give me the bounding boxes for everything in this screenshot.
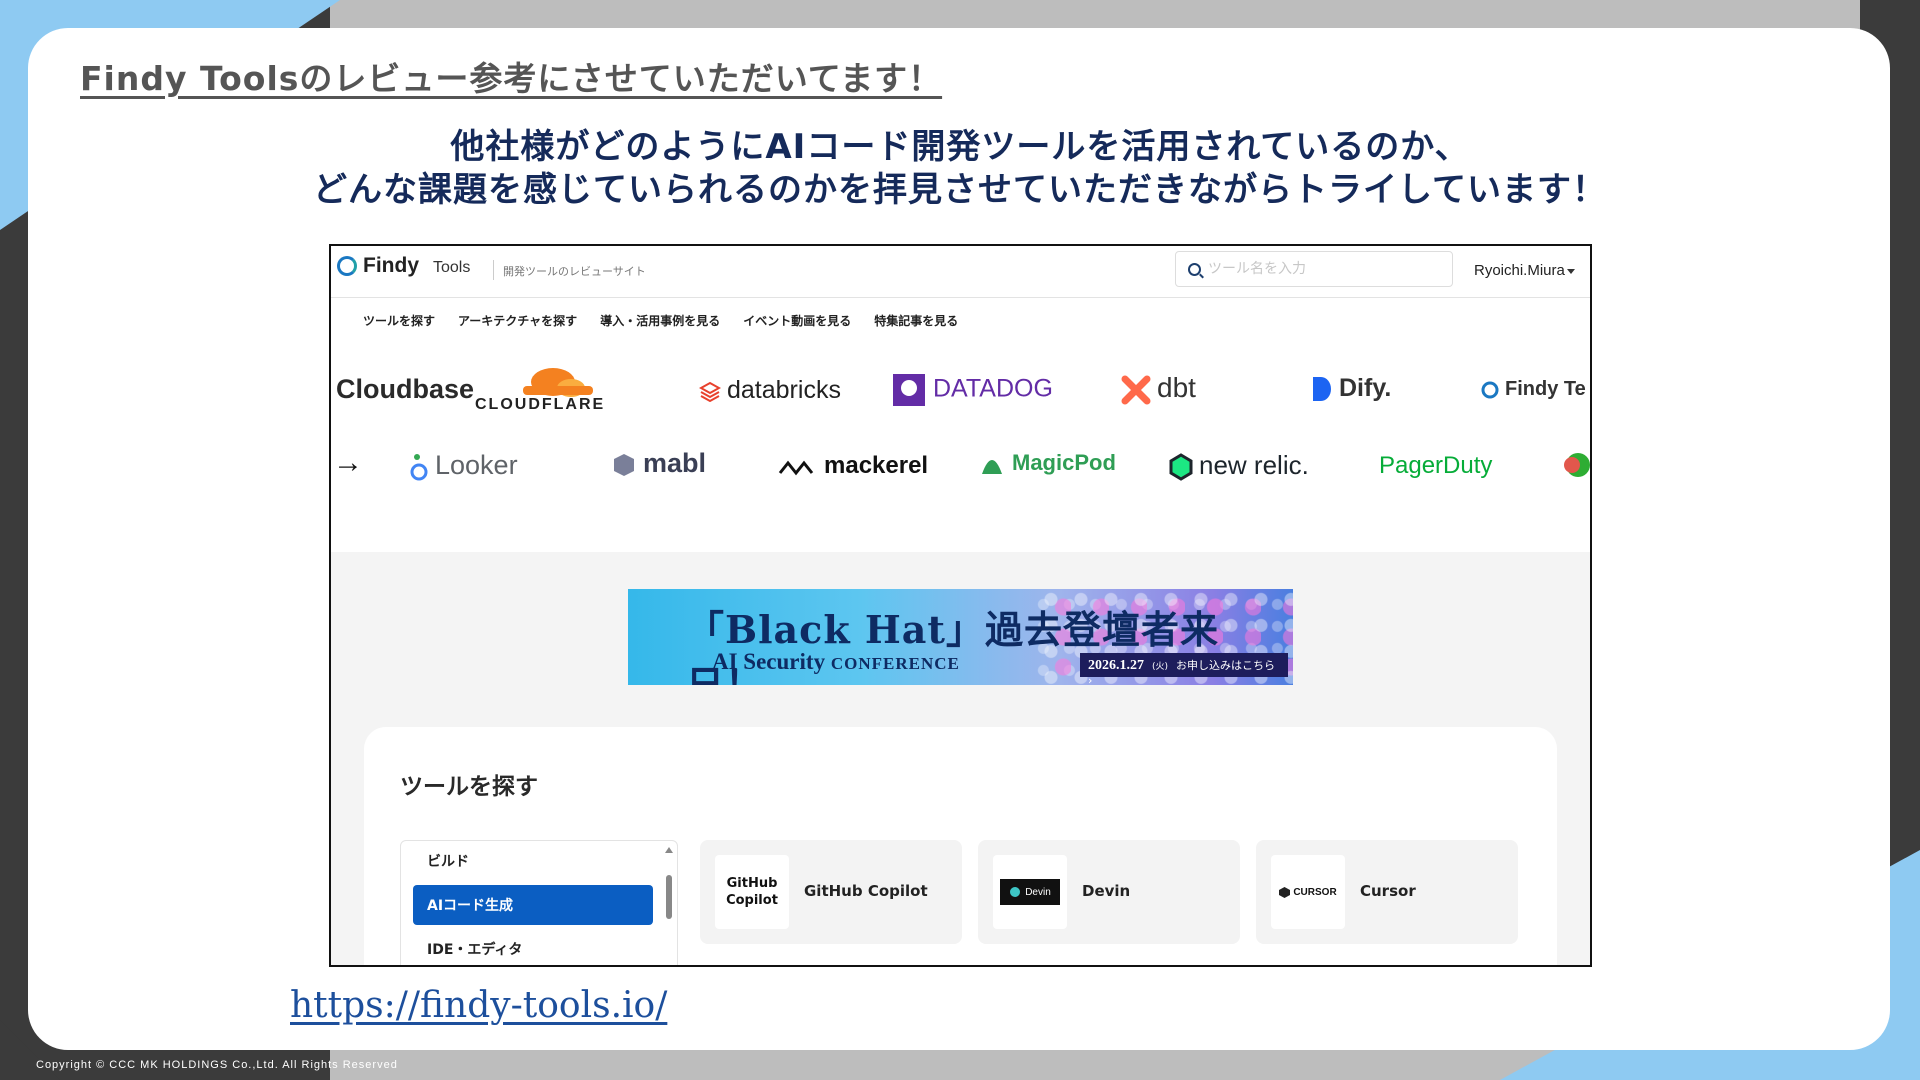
brand-mabl[interactable]: mabl	[611, 448, 706, 479]
category-scrollbar[interactable]	[665, 847, 673, 965]
cursor-logo: CURSOR	[1271, 855, 1345, 929]
cursor-icon	[1279, 886, 1291, 898]
brand-cloudbase[interactable]: Cloudbase	[336, 374, 474, 405]
brand-dify[interactable]: Dify.	[1311, 374, 1391, 403]
tool-card-devin[interactable]: Devin Devin	[978, 840, 1240, 944]
brand-new-relic[interactable]: new relic.	[1169, 450, 1309, 481]
nav-find-tools[interactable]: ツールを探す	[363, 312, 435, 329]
brand-magicpod-label: MagicPod	[1012, 450, 1116, 475]
brand-carousel-row-1: Cloudbase CLOUDFLARE databricks DATADOG …	[331, 364, 1590, 424]
nav-find-architecture[interactable]: アーキテクチャを探す	[458, 312, 577, 329]
brand-carousel-row-2: → Looker mabl mackerel MagicPod new reli…	[331, 440, 1590, 500]
brand-mackerel[interactable]: mackerel	[778, 452, 928, 480]
nav-event-videos[interactable]: イベント動画を見る	[743, 312, 851, 329]
brand-cloudflare[interactable]: CLOUDFLARE	[475, 364, 603, 414]
panel-title: ツールを探す	[400, 774, 538, 800]
site-logo[interactable]: Findy	[363, 254, 419, 278]
mabl-icon	[614, 453, 634, 476]
copilot-logo-line-2: Copilot	[726, 893, 778, 908]
banner-subtitle: AI Security CONFERENCE	[712, 649, 960, 675]
brand-dify-label: Dify.	[1339, 374, 1392, 402]
logo-divider	[493, 260, 494, 280]
tool-card-github-copilot[interactable]: GitHub Copilot GitHub Copilot	[700, 840, 962, 944]
slide-heading: Findy Toolsのレビュー参考にさせていただいてます！	[80, 59, 943, 98]
brand-pagerduty[interactable]: PagerDuty	[1379, 452, 1492, 480]
banner-cta[interactable]: 2026.1.27 (火) お申し込みはこちら ›	[1080, 653, 1288, 685]
category-list[interactable]: ビルド AIコード生成 IDE・エディタ	[400, 840, 678, 965]
brand-datadog[interactable]: DATADOG	[891, 372, 1053, 408]
user-menu[interactable]: Ryoichi.Miura	[1474, 262, 1575, 279]
github-copilot-logo: GitHub Copilot	[715, 855, 789, 929]
dbt-icon	[1121, 375, 1151, 405]
nav-case-studies[interactable]: 導入・活用事例を見る	[600, 312, 720, 329]
mask-icon	[1564, 453, 1590, 477]
brand-looker[interactable]: Looker	[409, 450, 518, 482]
search-icon	[1188, 263, 1201, 276]
tool-name: GitHub Copilot	[804, 882, 928, 900]
brand-findy-team[interactable]: Findy Te	[1481, 378, 1586, 401]
tool-name: Devin	[1082, 882, 1131, 900]
website-screenshot: Findy Tools 開発ツールのレビューサイト Ryoichi.Miura …	[329, 244, 1592, 967]
search-box[interactable]	[1175, 251, 1453, 287]
brand-looker-label: Looker	[435, 450, 518, 480]
brand-findy-team-label: Findy Te	[1505, 378, 1586, 400]
magicpod-icon	[982, 460, 1002, 475]
brand-mabl-label: mabl	[643, 448, 707, 478]
category-ide-editor[interactable]: IDE・エディタ	[413, 929, 653, 965]
brand-datadog-label: DATADOG	[933, 374, 1053, 403]
slide-subtitle: 他社様がどのようにAIコード開発ツールを活用されているのか、 どんな課題を感じて…	[0, 126, 1920, 212]
search-input[interactable]	[1208, 259, 1438, 279]
brand-new-relic-label: new relic.	[1199, 450, 1309, 480]
banner-dow: (火)	[1152, 662, 1169, 672]
copyright-footer: Copyright © CCC MK HOLDINGS Co.,Ltd. All…	[36, 1059, 398, 1071]
subtitle-line-1: 他社様がどのようにAIコード開発ツールを活用されているのか、	[450, 127, 1470, 167]
site-url-link[interactable]: https://findy-tools.io/	[290, 985, 667, 1026]
scroll-thumb[interactable]	[666, 875, 672, 919]
brand-cloudflare-label: CLOUDFLARE	[475, 396, 606, 413]
tool-name: Cursor	[1360, 882, 1416, 900]
devin-icon	[1010, 887, 1021, 897]
category-build[interactable]: ビルド	[413, 841, 653, 881]
nav-feature-articles[interactable]: 特集記事を見る	[874, 312, 958, 329]
brand-magicpod[interactable]: MagicPod	[978, 450, 1116, 478]
user-name: Ryoichi.Miura	[1474, 262, 1565, 279]
brand-databricks-label: databricks	[727, 376, 841, 404]
banner-sub-small: CONFERENCE	[830, 654, 960, 673]
findy-logo-icon	[337, 256, 357, 276]
devin-logo-label: Devin	[1025, 886, 1051, 898]
category-ai-code-gen[interactable]: AIコード生成	[413, 885, 653, 925]
looker-icon	[410, 453, 428, 481]
brand-dbt[interactable]: dbt	[1121, 372, 1196, 405]
caret-down-icon	[1566, 268, 1575, 274]
devin-logo: Devin	[993, 855, 1067, 929]
brand-dbt-label: dbt	[1157, 372, 1196, 403]
site-tagline: 開発ツールのレビューサイト	[503, 265, 646, 278]
cursor-logo-label: CURSOR	[1293, 886, 1337, 898]
brand-databricks[interactable]: databricks	[699, 376, 841, 405]
banner-sub-main: AI Security	[712, 649, 826, 674]
ad-banner[interactable]: 「Black Hat」過去登壇者来日！ AI Security CONFEREN…	[628, 589, 1293, 685]
findy-logo-small-icon	[1481, 381, 1499, 399]
dify-icon	[1313, 377, 1331, 402]
brand-partial[interactable]	[1563, 450, 1590, 485]
site-logo-sub: Tools	[433, 259, 471, 276]
scroll-up-icon[interactable]	[665, 847, 673, 853]
new-relic-icon	[1169, 453, 1193, 481]
brand-mackerel-label: mackerel	[824, 452, 929, 479]
site-nav: ツールを探す アーキテクチャを探す 導入・活用事例を見る イベント動画を見る 特…	[363, 312, 958, 329]
tool-search-panel: ツールを探す ビルド AIコード生成 IDE・エディタ GitHub Copil…	[364, 727, 1557, 965]
site-header: Findy Tools 開発ツールのレビューサイト Ryoichi.Miura	[331, 246, 1590, 298]
copilot-logo-line-1: GitHub	[726, 876, 778, 891]
databricks-icon	[699, 382, 721, 403]
arrow-right-icon: →	[333, 446, 363, 479]
subtitle-line-2: どんな課題を感じていられるのかを拝見させていただきながらトライしています！	[313, 170, 1607, 210]
tool-card-cursor[interactable]: CURSOR Cursor	[1256, 840, 1518, 944]
mackerel-icon	[778, 460, 814, 476]
banner-date: 2026.1.27	[1088, 658, 1144, 673]
datadog-icon	[893, 374, 925, 406]
